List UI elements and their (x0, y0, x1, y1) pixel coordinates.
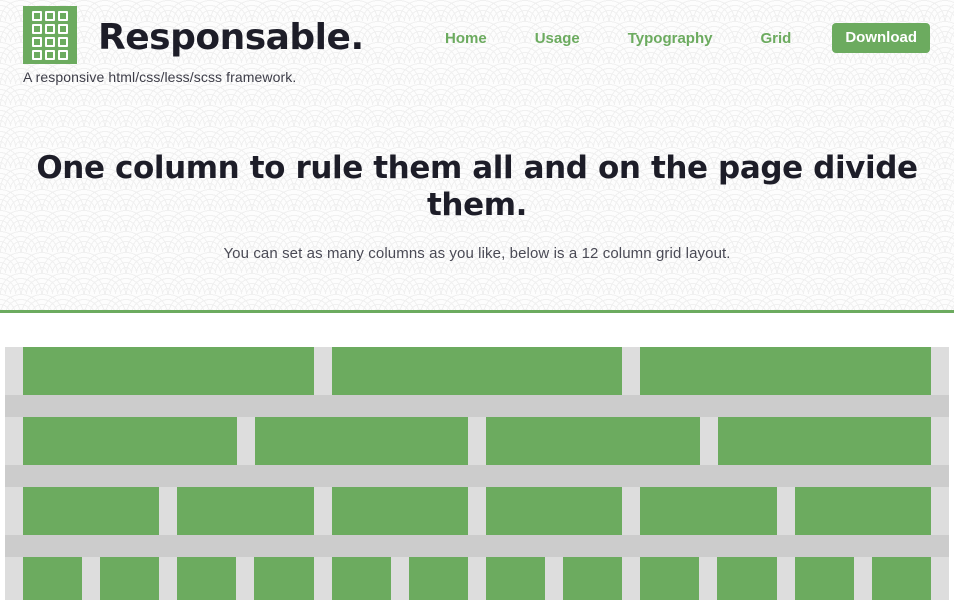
hero-section: One column to rule them all and on the p… (0, 150, 954, 262)
logo-cell (32, 10, 42, 21)
logo-cell (45, 36, 55, 47)
grid-column (331, 557, 391, 600)
logo-cell (45, 10, 55, 21)
logo-cell (45, 49, 55, 60)
grid-column (331, 487, 468, 535)
site-tagline: A responsive html/css/less/scss framewor… (23, 69, 297, 85)
grid-column (485, 487, 623, 535)
grid-column (23, 417, 237, 465)
main-navigation: Home Usage Typography Grid Download (421, 23, 930, 53)
grid-row-gap (5, 535, 949, 557)
grid-column (717, 557, 777, 600)
grid-squares-icon (23, 6, 77, 64)
logo-cell (58, 23, 68, 34)
grid-row (5, 347, 949, 395)
grid-column (177, 557, 237, 600)
logo-cell (58, 36, 68, 47)
grid-column (871, 557, 931, 600)
grid-row-gap (5, 395, 949, 417)
nav-link-typography[interactable]: Typography (604, 30, 737, 47)
grid-column (563, 557, 623, 600)
grid-column (485, 557, 546, 600)
grid-column (640, 557, 700, 600)
logo-cell (32, 49, 42, 60)
nav-link-grid[interactable]: Grid (736, 30, 815, 47)
grid-column (794, 487, 931, 535)
grid-row-gap (5, 465, 949, 487)
grid-column (100, 557, 160, 600)
grid-demo (0, 347, 954, 600)
logo-cell (58, 10, 68, 21)
grid-row (5, 487, 949, 535)
hero-subtitle: You can set as many columns as you like,… (223, 245, 731, 263)
grid-column (254, 417, 468, 465)
logo-grid (32, 10, 68, 60)
brand-title: Responsable. (98, 17, 364, 58)
grid-column (23, 487, 160, 535)
nav-link-usage[interactable]: Usage (511, 30, 604, 47)
grid-column (23, 557, 83, 600)
grid-column (640, 347, 931, 395)
brand[interactable]: Responsable. (23, 6, 364, 64)
grid-column (331, 347, 623, 395)
grid-column (717, 417, 931, 465)
site-header: Responsable. A responsive html/css/less/… (0, 0, 954, 92)
logo-cell (32, 36, 42, 47)
grid-column (640, 487, 777, 535)
logo-cell (32, 23, 42, 34)
grid-column (177, 487, 314, 535)
grid-row (5, 557, 949, 600)
download-button[interactable]: Download (832, 23, 930, 53)
hero-title: One column to rule them all and on the p… (36, 150, 918, 224)
header-hero-section: Responsable. A responsive html/css/less/… (0, 0, 954, 313)
grid-row (5, 417, 949, 465)
logo-cell (45, 23, 55, 34)
grid-column (254, 557, 314, 600)
grid-column (794, 557, 854, 600)
grid-column (23, 347, 314, 395)
nav-link-home[interactable]: Home (421, 30, 511, 47)
logo-cell (58, 49, 68, 60)
grid-column (486, 417, 700, 465)
grid-column (408, 557, 468, 600)
